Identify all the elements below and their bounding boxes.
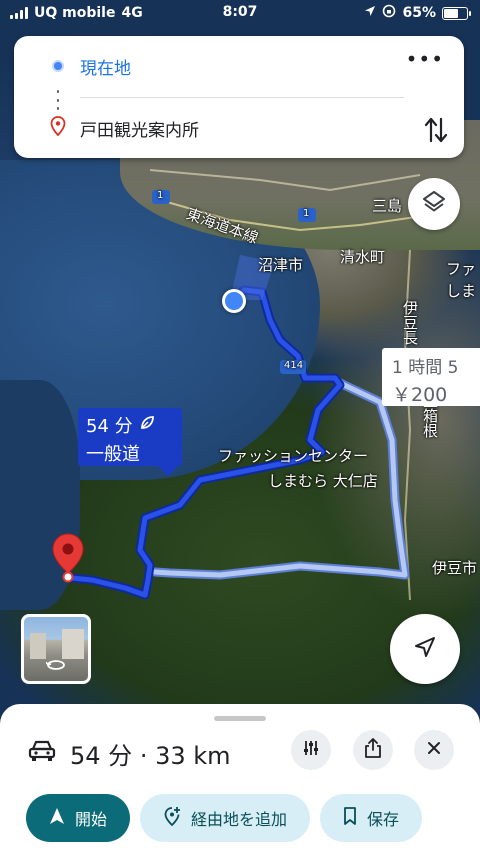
- origin-dot-icon: [52, 60, 64, 72]
- route-options-button[interactable]: [291, 730, 331, 770]
- streetview-building: [30, 633, 46, 659]
- streetview-building: [62, 629, 84, 659]
- label-mishima: 三島: [372, 197, 403, 215]
- label-numazu: 沼津市: [258, 256, 304, 274]
- primary-route-type: 一般道: [86, 444, 140, 465]
- summary-duration: 54 分: [70, 742, 133, 770]
- sheet-handle[interactable]: [214, 716, 266, 721]
- battery-icon: [442, 6, 471, 20]
- current-location-dot: [222, 289, 246, 313]
- save-button[interactable]: 保存: [320, 794, 422, 842]
- swap-direction-icon[interactable]: [424, 116, 448, 148]
- directions-card: 現在地 ••• 戸田観光案内所: [14, 36, 464, 158]
- close-icon: [426, 740, 442, 760]
- navigation-icon: [49, 807, 65, 829]
- close-button[interactable]: [414, 730, 454, 770]
- origin-field[interactable]: 現在地: [80, 54, 131, 79]
- share-button[interactable]: [353, 730, 393, 770]
- label-izunagaoka: 伊豆長: [401, 300, 419, 345]
- sliders-icon: [302, 739, 320, 761]
- divider: [80, 97, 404, 98]
- label-shima: しま: [446, 282, 477, 300]
- route-shield-1: 1: [157, 190, 164, 201]
- status-bar: UQ mobile 4G 8:07 65%: [0, 0, 480, 28]
- label-fa: ファ: [446, 260, 477, 278]
- destination-marker-icon: [50, 116, 66, 140]
- layers-icon: [421, 189, 447, 219]
- location-arrow-icon: [364, 5, 376, 21]
- save-label: 保存: [366, 810, 399, 829]
- more-options-icon[interactable]: •••: [406, 49, 444, 69]
- navigation-arrow-icon: [412, 634, 438, 664]
- destination-row[interactable]: 戸田観光案内所: [14, 106, 464, 150]
- route-shield-1b: 1: [303, 208, 310, 219]
- rotation-lock-icon: [382, 4, 396, 22]
- eco-leaf-icon: [139, 415, 155, 436]
- start-label: 開始: [74, 810, 107, 829]
- route-summary: 54 分 · 33 km: [28, 736, 231, 771]
- origin-row[interactable]: 現在地: [14, 44, 464, 88]
- layers-button[interactable]: [408, 178, 460, 230]
- label-izu-city: 伊豆市: [432, 559, 478, 577]
- add-location-icon: [163, 806, 181, 830]
- alt-route-duration: 1 時間 5: [392, 358, 459, 378]
- label-shimamura-2: しまむら 大仁店: [268, 472, 378, 490]
- status-right: 65%: [364, 4, 471, 22]
- destination-field[interactable]: 戸田観光案内所: [80, 116, 199, 141]
- summary-separator: ·: [139, 742, 148, 770]
- primary-route-duration: 54 分: [86, 416, 133, 437]
- label-shimizu: 清水町: [340, 248, 386, 266]
- add-waypoint-button[interactable]: 経由地を追加: [140, 794, 310, 842]
- car-icon: [28, 739, 56, 769]
- primary-route-label[interactable]: 54 分 一般道: [78, 408, 182, 476]
- route-shield-414: 414: [284, 360, 304, 371]
- start-button[interactable]: 開始: [26, 794, 130, 842]
- share-icon: [364, 738, 382, 762]
- label-shimamura-1: ファッションセンター: [218, 447, 369, 465]
- bookmark-icon: [343, 807, 357, 829]
- alt-route-toll: ￥200: [392, 384, 448, 406]
- add-waypoint-label: 経由地を追加: [190, 810, 287, 829]
- rotate-360-icon: [45, 656, 66, 675]
- summary-distance: 33 km: [155, 742, 231, 770]
- my-location-button[interactable]: [390, 614, 460, 684]
- street-view-thumbnail[interactable]: [21, 614, 91, 684]
- battery-percent: 65%: [402, 5, 436, 21]
- alt-route-label[interactable]: 1 時間 5 ￥200: [382, 348, 480, 406]
- route-bottom-sheet[interactable]: 54 分 · 33 km 開始 経由地を追加 保存: [0, 704, 480, 854]
